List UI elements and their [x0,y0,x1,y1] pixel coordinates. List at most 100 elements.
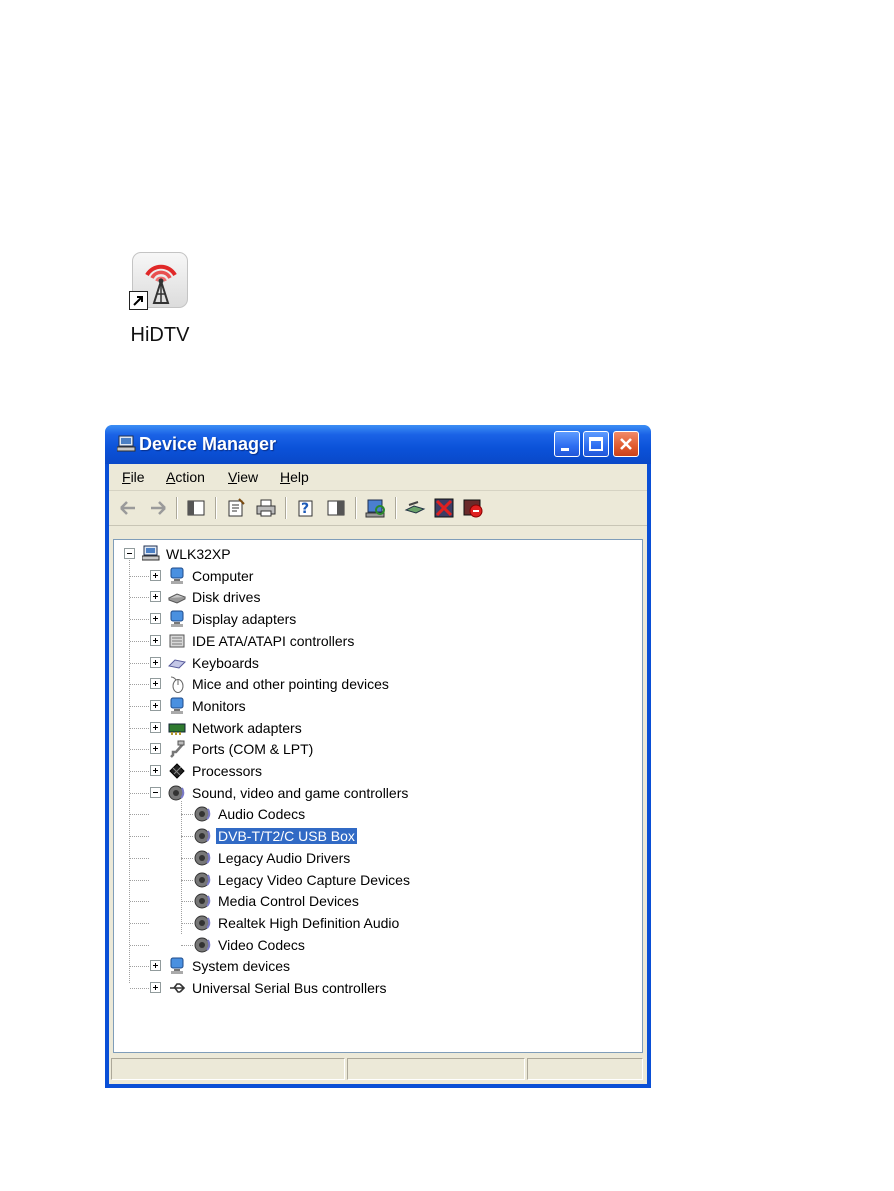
menu-action[interactable]: Action [166,469,205,485]
status-pane [111,1058,345,1080]
device-tree[interactable]: WLK32XP Computer Disk drives Display adapte… [113,539,643,1053]
properties-icon[interactable] [225,497,247,519]
menu-help[interactable]: Help [280,469,309,485]
toolbar-separator [285,497,287,519]
tree-node-label: Universal Serial Bus controllers [192,980,387,996]
tree-node-label: System devices [192,958,291,975]
tree-connector [130,944,149,946]
maximize-button[interactable] [583,431,609,457]
expand-toggle[interactable] [150,743,161,755]
tree-connector [130,857,149,859]
tree-device[interactable]: DVB-T/T2/C USB Box [194,826,634,846]
close-button[interactable] [613,431,639,457]
toolbar-separator [215,497,217,519]
toolbar-separator [355,497,357,519]
computer-icon [168,567,186,585]
hidtv-shortcut[interactable]: HiDTV [118,250,208,350]
tree-device[interactable]: Audio Codecs [194,804,634,824]
help-icon[interactable]: ? [295,497,317,519]
sound-device-icon [194,871,212,889]
tree-connector [130,771,149,772]
tree-connector [181,857,193,859]
expand-toggle[interactable] [150,634,161,646]
shortcut-arrow-icon [129,291,148,310]
tree-connector [130,879,149,881]
show-hide-console-tree-icon[interactable] [185,497,207,519]
tree-node-label: Processors [192,763,263,779]
scan-hardware-icon[interactable] [365,497,387,519]
tree-category-network-adapters[interactable]: Network adapters [150,718,634,738]
menu-view[interactable]: View [228,469,258,485]
tree-node-label: Video Codecs [218,936,305,953]
tree-node-label: Media Control Devices [218,893,359,910]
window-title: Device Manager [139,434,277,454]
tree-node-label: Realtek High Definition Audio [218,914,400,931]
expand-toggle[interactable] [150,591,161,603]
expand-toggle[interactable] [150,699,161,711]
expand-toggle[interactable] [150,721,161,733]
tree-category-system-devices[interactable]: System devices [150,956,634,976]
expand-toggle[interactable] [150,960,161,972]
tree-category-sound-video-game[interactable]: Sound, video and game controllers [150,783,634,803]
sound-device-icon [194,936,212,954]
collapse-toggle[interactable] [150,786,161,798]
monitor-icon [168,697,186,715]
disable-device-icon[interactable] [433,497,455,519]
tree-node-label: Sound, video and game controllers [192,784,409,801]
tree-device[interactable]: Media Control Devices [194,891,634,911]
toolbar-separator [176,497,178,519]
tree-connector [130,901,149,903]
network-adapter-icon [168,719,186,737]
expand-toggle[interactable] [150,569,161,581]
expand-toggle[interactable] [150,656,161,668]
expand-toggle[interactable] [150,765,161,776]
tree-device[interactable]: Realtek High Definition Audio [194,913,634,933]
mouse-icon [168,675,186,694]
tree-device[interactable]: Legacy Video Capture Devices [194,870,634,890]
sound-device-icon [194,849,212,867]
collapse-toggle[interactable] [124,548,135,559]
tree-device[interactable]: Legacy Audio Drivers [194,848,634,868]
tree-category-mice[interactable]: Mice and other pointing devices [150,674,634,694]
title-bar[interactable]: Device Manager [105,425,651,464]
usb-icon [168,979,186,997]
system-device-icon [168,957,186,975]
tree-category-disk-drives[interactable]: Disk drives [150,587,634,607]
print-icon[interactable] [255,497,277,519]
expand-toggle[interactable] [150,982,161,993]
menu-bar: File Action View Help [109,464,647,491]
tree-node-label: Mice and other pointing devices [192,676,389,693]
tree-connector [130,727,149,729]
computer-icon [141,545,160,563]
tree-category-computer[interactable]: Computer [150,566,634,586]
uninstall-device-icon[interactable] [462,497,484,519]
minimize-button[interactable] [554,431,580,457]
tree-connector [130,988,149,989]
toolbar: ? [109,491,647,526]
sound-device-icon [194,914,212,932]
tree-root[interactable]: WLK32XP [124,544,634,564]
status-bar [109,1056,647,1082]
display-adapter-icon [168,610,186,628]
tree-node-label: DVB-T/T2/C USB Box [215,827,358,846]
tree-device[interactable]: Video Codecs [194,935,634,955]
tree-connector [130,749,149,751]
expand-toggle[interactable] [150,613,161,625]
tree-category-display-adapters[interactable]: Display adapters [150,609,634,629]
tree-category-ide-controllers[interactable]: IDE ATA/ATAPI controllers [150,631,634,651]
update-driver-icon[interactable] [404,497,426,519]
tree-category-ports[interactable]: Ports (COM & LPT) [150,739,634,759]
tree-category-processors[interactable]: Processors [150,761,634,781]
forward-arrow-icon[interactable] [147,497,169,519]
expand-toggle[interactable] [150,678,161,690]
show-hide-action-pane-icon[interactable] [325,497,347,519]
tree-category-usb-controllers[interactable]: Universal Serial Bus controllers [150,978,634,998]
back-arrow-icon[interactable] [117,497,139,519]
tree-connector [181,922,193,924]
tree-category-monitors[interactable]: Monitors [150,696,634,716]
tree-category-keyboards[interactable]: Keyboards [150,653,634,673]
tree-connector [181,836,193,838]
tree-node-label: Display adapters [192,611,297,628]
menu-file[interactable]: File [122,469,145,485]
svg-text:?: ? [301,501,309,517]
